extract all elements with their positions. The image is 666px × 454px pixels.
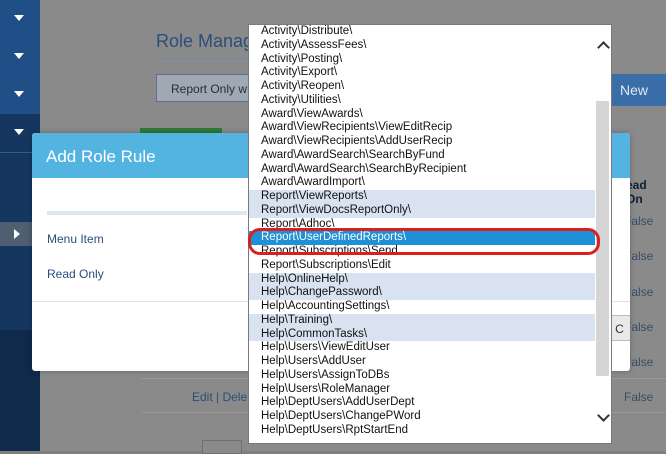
new-button[interactable]: New [606, 74, 666, 106]
dropdown-option[interactable]: Award\ViewAwards\ [249, 108, 595, 122]
read-only-cell: False [624, 390, 654, 404]
dropdown-option[interactable]: Award\ViewRecipients\ViewEditRecip [249, 121, 595, 135]
dropdown-option[interactable]: Activity\Reopen\ [249, 80, 595, 94]
dropdown-option[interactable]: Activity\Utilities\ [249, 94, 595, 108]
dialog-title: Add Role Rule [46, 147, 156, 166]
dropdown-option[interactable]: Activity\Posting\ [249, 53, 595, 67]
sidebar-expander-1[interactable] [0, 0, 40, 39]
dropdown-option[interactable]: Help\OnlineHelp\ [249, 272, 595, 287]
page-title: Role Manag [156, 31, 254, 51]
chevron-down-icon [14, 129, 24, 135]
chevron-down-icon [14, 15, 24, 21]
dropdown-option-selected[interactable]: Report\UserDefinedReports\ [249, 231, 595, 245]
read-only-column-header: ead On [626, 178, 647, 206]
row-actions[interactable]: Edit | Dele [192, 390, 247, 404]
dropdown-option[interactable]: Report\Adhoc\ [249, 218, 595, 232]
dropdown-option[interactable]: Help\Users\RoleManager [249, 383, 595, 397]
sidebar-expander-2[interactable] [0, 38, 40, 77]
dropdown-option[interactable]: Report\ViewReports\ [249, 190, 595, 204]
dropdown-option[interactable]: Activity\AssessFees\ [249, 39, 595, 53]
chevron-down-icon[interactable] [597, 409, 610, 422]
read-only-label: Read Only [47, 267, 104, 281]
dropdown-option[interactable]: Award\AwardImport\ [249, 176, 595, 190]
dropdown-option[interactable]: Help\DeptUsers\RptStartEnd [249, 424, 595, 438]
chevron-down-icon [14, 53, 24, 59]
dropdown-option[interactable]: Award\AwardSearch\SearchByRecipient [249, 163, 595, 177]
chevron-down-icon [14, 91, 24, 97]
dropdown-option[interactable]: Help\AccountingSettings\ [249, 300, 595, 314]
dropdown-option[interactable]: Help\DeptUsers\ChangePWord [249, 410, 595, 424]
chevron-up-icon[interactable] [597, 41, 610, 54]
dropdown-option[interactable]: Help\ChangePassword\ [249, 286, 595, 300]
scrollbar-thumb[interactable] [596, 101, 609, 376]
dropdown-option[interactable]: Help\Training\ [249, 313, 595, 328]
dropdown-option[interactable]: Help\Users\AddUser [249, 355, 595, 369]
dropdown-option[interactable]: Help\DeptUsers\AddUserDept [249, 396, 595, 410]
dropdown-option[interactable]: Award\AwardSearch\SearchByFund [249, 149, 595, 163]
chevron-right-icon [14, 229, 20, 239]
menu-item-label: Menu Item [47, 232, 104, 246]
menu-item-dropdown[interactable]: Activity\Distribute\ Activity\AssessFees\… [248, 24, 612, 444]
sidebar-expander-3[interactable] [0, 76, 40, 115]
dropdown-option[interactable]: Award\ViewRecipients\AddUserRecip [249, 135, 595, 149]
pager-control[interactable] [202, 440, 242, 454]
dropdown-option[interactable]: Report\ViewDocsReportOnly\ [249, 203, 595, 218]
dropdown-option[interactable]: Help\CommonTasks\ [249, 327, 595, 342]
dropdown-option[interactable]: Activity\Export\ [249, 66, 595, 80]
dropdown-option[interactable]: Help\Users\AssignToDBs [249, 369, 595, 383]
dropdown-option[interactable]: Report\Subscriptions\Send [249, 245, 595, 259]
dialog-separator [47, 211, 247, 215]
dropdown-option[interactable]: Activity\Distribute\ [249, 25, 595, 39]
dropdown-option[interactable]: Report\Subscriptions\Edit [249, 259, 595, 273]
dropdown-options: Activity\Distribute\ Activity\AssessFees\… [249, 25, 595, 443]
dropdown-scrollbar[interactable] [595, 25, 611, 443]
dropdown-option[interactable]: Help\Users\ViewEditUser [249, 341, 595, 355]
